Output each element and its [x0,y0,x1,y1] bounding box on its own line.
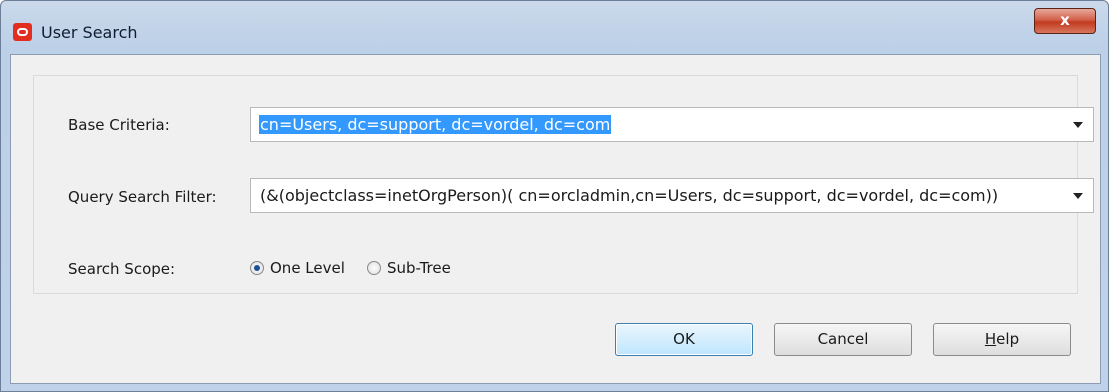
query-filter-value[interactable]: (&(objectclass=inetOrgPerson)( cn=orclad… [260,186,998,205]
help-mnemonic: H [984,330,997,348]
base-criteria-label: Base Criteria: [68,116,170,134]
base-criteria-value[interactable]: cn=Users, dc=support, dc=vordel, dc=com [259,115,612,134]
base-criteria-combobox[interactable]: cn=Users, dc=support, dc=vordel, dc=com [250,107,1094,142]
radio-selected-icon[interactable] [250,261,264,275]
close-button[interactable]: x [1034,8,1096,34]
window-title: User Search [41,23,138,42]
radio-sub-tree-label: Sub-Tree [387,259,451,277]
help-button[interactable]: Help [933,323,1071,356]
query-filter-label: Query Search Filter: [68,188,217,206]
radio-one-level-label: One Level [270,259,345,277]
radio-one-level[interactable]: One Level [250,259,345,277]
help-label-rest: elp [996,330,1020,348]
cancel-button[interactable]: Cancel [774,323,912,356]
dialog-body: Base Criteria: cn=Users, dc=support, dc=… [10,54,1101,384]
ok-button[interactable]: OK [615,323,753,356]
chevron-down-icon[interactable] [1073,122,1083,128]
title-bar[interactable]: User Search x [1,1,1108,53]
search-scope-label: Search Scope: [68,260,176,278]
user-search-dialog: User Search x Base Criteria: cn=Users, d… [0,0,1109,392]
app-icon [13,23,32,41]
radio-unselected-icon[interactable] [367,261,381,275]
query-filter-combobox[interactable]: (&(objectclass=inetOrgPerson)( cn=orclad… [250,178,1094,213]
radio-sub-tree[interactable]: Sub-Tree [367,259,451,277]
search-criteria-group: Base Criteria: cn=Users, dc=support, dc=… [33,75,1094,294]
chevron-down-icon[interactable] [1073,193,1083,199]
